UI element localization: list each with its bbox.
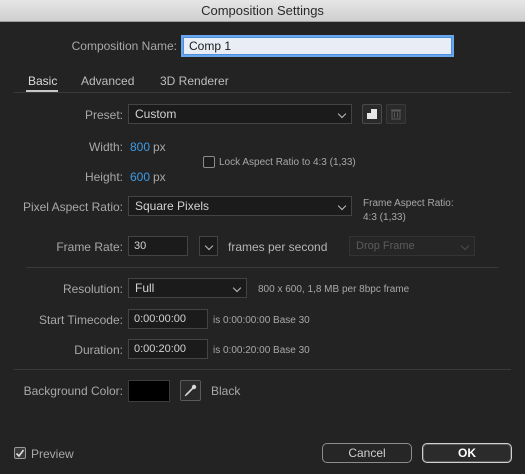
duration-label: Duration: (74, 343, 123, 357)
save-preset-button[interactable] (362, 104, 382, 124)
chevron-down-icon (460, 241, 470, 251)
background-color-swatch[interactable] (128, 380, 170, 402)
floppy-icon (367, 109, 377, 119)
frame-rate-dropdown[interactable] (199, 236, 218, 256)
width-unit: px (153, 140, 166, 154)
composition-name-label: Composition Name: (71, 39, 177, 53)
frame-aspect-value: 4:3 (1,33) (363, 212, 406, 223)
tab-advanced[interactable]: Advanced (81, 74, 134, 88)
lock-aspect-checkbox[interactable] (203, 156, 215, 168)
width-label: Width: (88, 140, 123, 154)
chevron-down-icon (337, 109, 347, 119)
cancel-button[interactable]: Cancel (322, 443, 412, 463)
start-timecode-input[interactable]: 0:00:00:00 (128, 309, 208, 329)
chevron-down-icon (232, 283, 242, 293)
frame-rate-input[interactable]: 30 (128, 236, 188, 256)
pixel-aspect-dropdown[interactable]: Square Pixels (128, 196, 352, 216)
tab-divider (14, 92, 511, 93)
ok-button[interactable]: OK (422, 443, 512, 463)
tab-basic[interactable]: Basic (28, 74, 57, 88)
frame-rate-unit: frames per second (228, 240, 328, 254)
section-divider (26, 267, 498, 268)
background-color-name: Black (211, 384, 241, 398)
composition-name-input[interactable]: Comp 1 (183, 37, 452, 55)
eyedropper-icon (184, 384, 197, 397)
height-value[interactable]: 600 (130, 170, 150, 184)
resolution-info: 800 x 600, 1,8 MB per 8bpc frame (258, 284, 410, 295)
section-divider (14, 369, 511, 370)
preset-value: Custom (135, 107, 177, 121)
duration-info: is 0:00:20:00 Base 30 (213, 345, 310, 356)
dialog-title: Composition Settings (201, 3, 324, 18)
delete-preset-button[interactable] (386, 104, 406, 124)
tab-3d-renderer[interactable]: 3D Renderer (160, 74, 229, 88)
height-label: Height: (84, 170, 123, 184)
preview-checkbox[interactable] (14, 447, 26, 459)
frame-rate-label: Frame Rate: (56, 240, 123, 254)
chevron-down-icon (337, 201, 347, 211)
start-timecode-info: is 0:00:00:00 Base 30 (213, 315, 310, 326)
height-unit: px (153, 170, 166, 184)
pixel-aspect-value: Square Pixels (135, 199, 210, 213)
chevron-down-icon (204, 241, 214, 251)
frame-aspect-label: Frame Aspect Ratio: (363, 198, 454, 209)
preview-label: Preview (31, 447, 74, 461)
lock-aspect-label: Lock Aspect Ratio to 4:3 (1,33) (219, 157, 356, 168)
drop-frame-value: Drop Frame (356, 240, 415, 252)
dialog-titlebar: Composition Settings (0, 0, 525, 22)
eyedropper-button[interactable] (180, 380, 201, 401)
trash-icon (391, 109, 401, 120)
duration-input[interactable]: 0:00:20:00 (128, 339, 208, 359)
start-timecode-label: Start Timecode: (38, 313, 123, 327)
preset-label: Preset: (84, 108, 123, 122)
drop-frame-dropdown: Drop Frame (349, 236, 475, 256)
preset-dropdown[interactable]: Custom (128, 104, 352, 124)
resolution-label: Resolution: (62, 282, 123, 296)
resolution-dropdown[interactable]: Full (128, 278, 247, 298)
pixel-aspect-label: Pixel Aspect Ratio: (22, 200, 123, 214)
resolution-value: Full (135, 281, 155, 295)
background-color-label: Background Color: (23, 384, 123, 398)
width-value[interactable]: 800 (130, 140, 150, 154)
checkmark-icon (15, 449, 25, 458)
